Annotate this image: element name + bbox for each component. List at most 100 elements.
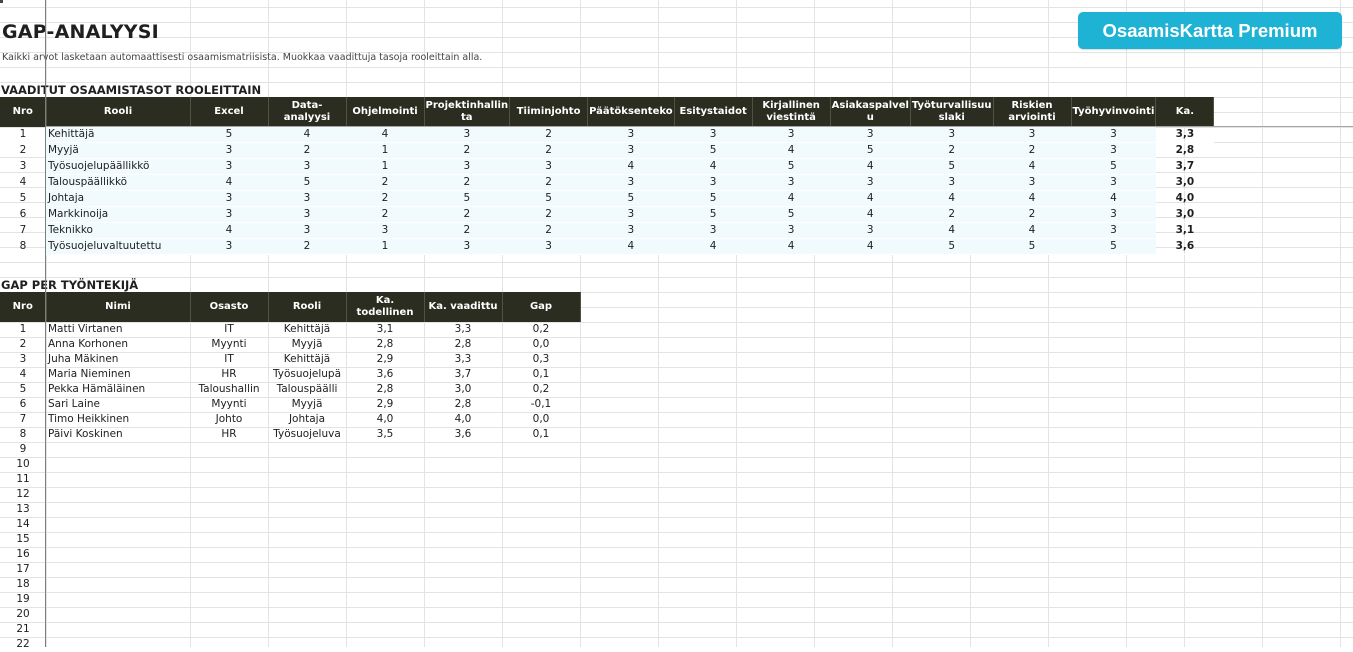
table-cell[interactable]: 3 <box>752 127 831 143</box>
column-header[interactable]: Nro <box>0 97 47 127</box>
table-cell[interactable]: Pekka Hämäläinen <box>46 382 190 397</box>
table-cell[interactable]: 3 <box>830 222 911 239</box>
table-cell[interactable]: 3,0 <box>1155 174 1214 191</box>
table-cell[interactable]: Teknikko <box>46 222 190 239</box>
row-number-cell[interactable]: 1 <box>0 322 46 337</box>
table-cell[interactable]: -0,1 <box>502 397 580 412</box>
table-cell[interactable]: 3 <box>190 158 268 175</box>
table-cell[interactable]: 2,8 <box>346 382 424 397</box>
table-cell[interactable]: 2 <box>509 206 588 223</box>
table-cell[interactable]: 3 <box>509 238 588 255</box>
table-cell[interactable]: 4 <box>346 127 424 143</box>
table-cell[interactable]: 5 <box>993 238 1072 255</box>
table-cell[interactable]: 3 <box>587 222 675 239</box>
column-header[interactable]: Excel <box>190 97 269 127</box>
table-cell[interactable]: 3,6 <box>346 367 424 382</box>
table-cell[interactable]: 0,0 <box>502 337 580 352</box>
row-number-cell[interactable]: 6 <box>0 397 46 412</box>
row-number-cell[interactable]: 20 <box>0 607 46 622</box>
table-cell[interactable]: 5 <box>674 190 753 207</box>
table-cell[interactable]: 3 <box>674 222 753 239</box>
table-cell[interactable]: 4 <box>993 222 1072 239</box>
column-header[interactable]: Esitystaidot <box>674 97 753 127</box>
table-cell[interactable]: 3 <box>268 206 346 223</box>
table-cell[interactable]: 3 <box>910 127 994 143</box>
row-number-cell[interactable]: 6 <box>0 206 46 223</box>
table-cell[interactable]: 3,0 <box>1155 206 1214 223</box>
row-number-cell[interactable]: 18 <box>0 577 46 592</box>
row-number-cell[interactable]: 11 <box>0 472 46 487</box>
table-cell[interactable]: 5 <box>752 206 831 223</box>
row-number-cell[interactable]: 19 <box>0 592 46 607</box>
table-cell[interactable]: 3 <box>910 174 994 191</box>
table-cell[interactable]: 2 <box>346 174 424 191</box>
table-cell[interactable]: 4 <box>587 238 675 255</box>
table-cell[interactable]: Myynti <box>190 397 268 412</box>
table-cell[interactable]: 4 <box>993 190 1072 207</box>
table-cell[interactable]: Maria Nieminen <box>46 367 190 382</box>
table-cell[interactable]: 4 <box>190 174 268 191</box>
column-header[interactable]: Riskien arviointi <box>993 97 1072 127</box>
table-cell[interactable]: 3 <box>587 174 675 191</box>
row-number-cell[interactable]: 14 <box>0 517 46 532</box>
table-cell[interactable]: 5 <box>674 206 753 223</box>
table-cell[interactable]: 3 <box>509 158 588 175</box>
table-cell[interactable]: 5 <box>674 142 753 159</box>
table-cell[interactable]: 5 <box>424 190 510 207</box>
table-cell[interactable]: 2 <box>509 174 588 191</box>
row-number-cell[interactable]: 16 <box>0 547 46 562</box>
table-cell[interactable]: 3 <box>1071 206 1156 223</box>
table-cell[interactable]: 3 <box>424 127 510 143</box>
table-cell[interactable]: 0,2 <box>502 382 580 397</box>
table-cell[interactable]: 4 <box>910 190 994 207</box>
table-cell[interactable]: Matti Virtanen <box>46 322 190 337</box>
table-cell[interactable]: 3 <box>190 206 268 223</box>
column-header[interactable]: Data-analyysi <box>268 97 347 127</box>
table-cell[interactable]: 3 <box>830 174 911 191</box>
table-cell[interactable]: 3,7 <box>1155 158 1214 175</box>
table-cell[interactable]: Kehittäjä <box>46 127 190 143</box>
table-cell[interactable]: 3,3 <box>424 322 502 337</box>
column-header[interactable]: Gap <box>502 292 581 322</box>
table-cell[interactable]: 2 <box>424 174 510 191</box>
row-number-cell[interactable]: 5 <box>0 382 46 397</box>
table-cell[interactable]: 3 <box>674 174 753 191</box>
row-number-cell[interactable]: 3 <box>0 352 46 367</box>
table-cell[interactable]: Anna Korhonen <box>46 337 190 352</box>
column-header[interactable]: Kirjallinen viestintä <box>752 97 831 127</box>
table-cell[interactable]: 2 <box>993 142 1072 159</box>
table-cell[interactable]: Työsuojeluvaltuutettu <box>46 238 190 255</box>
table-cell[interactable]: 3 <box>993 174 1072 191</box>
table-cell[interactable]: 2 <box>346 190 424 207</box>
table-cell[interactable]: Talouspäälli <box>268 382 346 397</box>
table-cell[interactable]: 3 <box>587 127 675 143</box>
table-cell[interactable]: 4 <box>268 127 346 143</box>
table-cell[interactable]: Myyjä <box>268 397 346 412</box>
table-cell[interactable]: 3 <box>1071 142 1156 159</box>
table-cell[interactable]: 2,8 <box>424 397 502 412</box>
row-number-cell[interactable]: 5 <box>0 190 46 207</box>
row-number-cell[interactable]: 7 <box>0 412 46 427</box>
table-cell[interactable]: 4 <box>587 158 675 175</box>
row-number-cell[interactable]: 22 <box>0 637 46 652</box>
table-cell[interactable]: 0,0 <box>502 412 580 427</box>
row-number-cell[interactable]: 9 <box>0 442 46 457</box>
table-cell[interactable]: 3,3 <box>1155 127 1214 143</box>
row-number-cell[interactable]: 21 <box>0 622 46 637</box>
table-cell[interactable]: Juha Mäkinen <box>46 352 190 367</box>
table-cell[interactable]: 5 <box>910 158 994 175</box>
column-header[interactable]: Työhyvinvointi <box>1071 97 1157 127</box>
table-cell[interactable]: IT <box>190 352 268 367</box>
row-number-cell[interactable]: 13 <box>0 502 46 517</box>
table-cell[interactable]: Taloushallin <box>190 382 268 397</box>
table-cell[interactable]: 2 <box>346 206 424 223</box>
table-cell[interactable]: Myynti <box>190 337 268 352</box>
table-cell[interactable]: Myyjä <box>268 337 346 352</box>
table-cell[interactable]: 3 <box>1071 174 1156 191</box>
table-cell[interactable]: 3 <box>424 158 510 175</box>
table-cell[interactable]: 2,8 <box>346 337 424 352</box>
column-header[interactable]: Osasto <box>190 292 269 322</box>
table-cell[interactable]: 3,1 <box>1155 222 1214 239</box>
table-cell[interactable]: 3,0 <box>424 382 502 397</box>
table-cell[interactable]: 3 <box>268 222 346 239</box>
